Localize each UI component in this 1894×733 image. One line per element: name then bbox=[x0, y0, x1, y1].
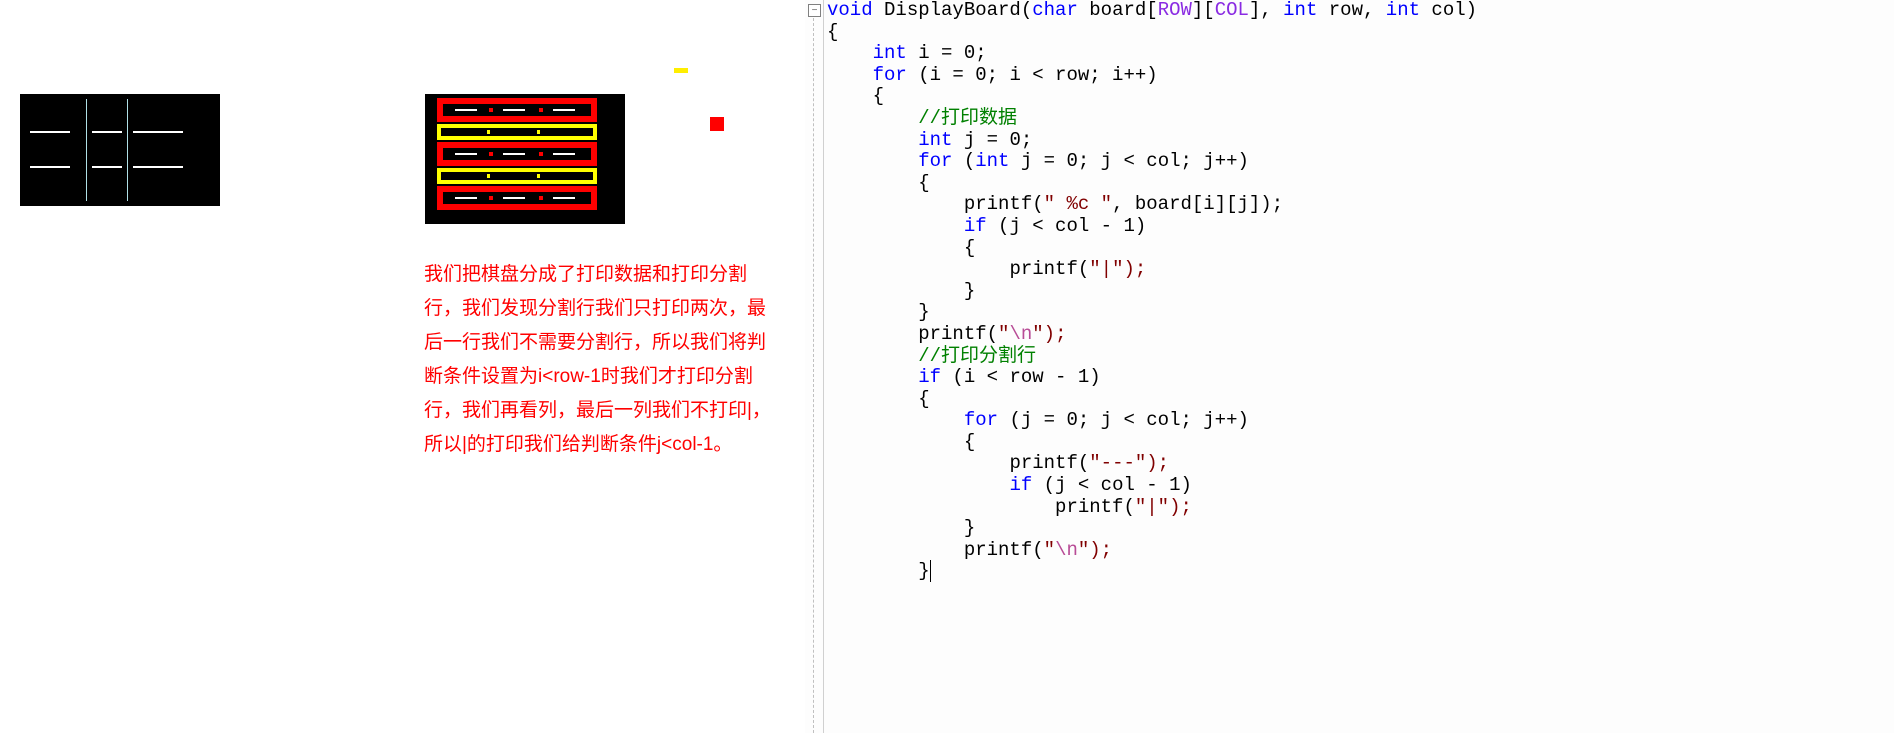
explanation-text: 我们把棋盘分成了打印数据和打印分割行，我们发现分割行我们只打印两次，最后一行我们… bbox=[424, 258, 784, 462]
board-annotated-diagram bbox=[425, 94, 625, 224]
left-panel: 我们把棋盘分成了打印数据和打印分割行，我们发现分割行我们只打印两次，最后一行我们… bbox=[0, 0, 805, 733]
code-block: void DisplayBoard(char board[ROW][COL], … bbox=[827, 0, 1477, 583]
fold-minus-icon[interactable]: − bbox=[808, 4, 821, 17]
kw-void: void bbox=[827, 0, 873, 21]
fold-guide-line bbox=[813, 18, 814, 733]
code-gutter: − bbox=[805, 0, 824, 733]
red-marker bbox=[710, 117, 724, 131]
yellow-marker bbox=[674, 68, 688, 73]
board-plain-diagram bbox=[20, 94, 220, 206]
code-panel: − void DisplayBoard(char board[ROW][COL]… bbox=[805, 0, 1894, 733]
